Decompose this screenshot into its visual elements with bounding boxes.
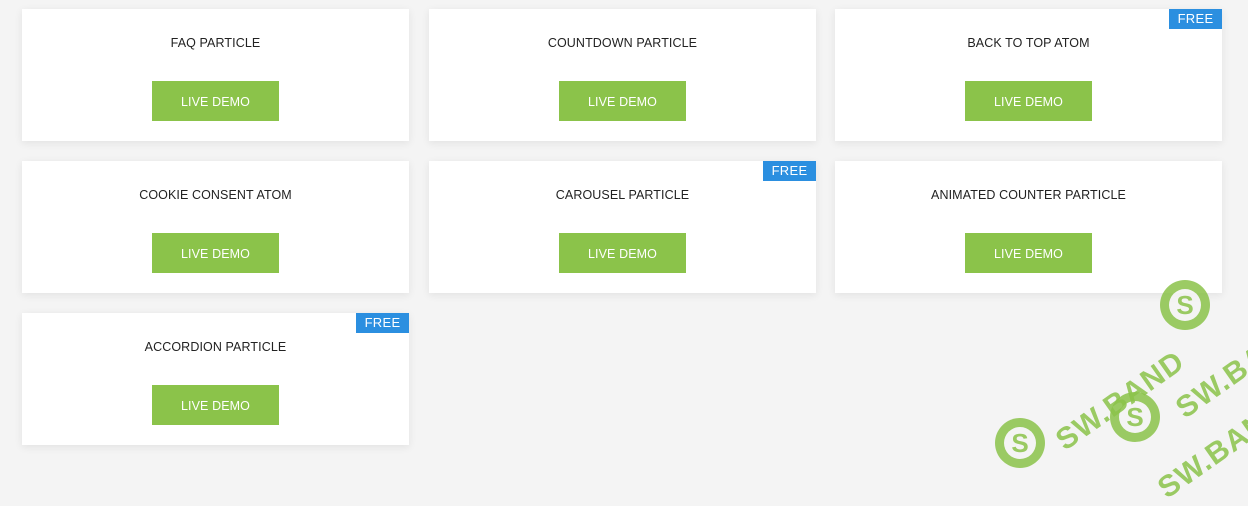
card-title: COUNTDOWN PARTICLE: [547, 36, 698, 50]
product-card-countdown-particle: COUNTDOWN PARTICLE LIVE DEMO: [429, 9, 816, 141]
live-demo-button[interactable]: LIVE DEMO: [152, 81, 279, 121]
card-title: COOKIE CONSENT ATOM: [139, 188, 292, 202]
live-demo-button[interactable]: LIVE DEMO: [965, 81, 1092, 121]
free-badge: FREE: [1169, 9, 1222, 29]
free-badge: FREE: [763, 161, 816, 181]
product-card-carousel-particle: FREE CAROUSEL PARTICLE LIVE DEMO: [429, 161, 816, 293]
live-demo-button[interactable]: LIVE DEMO: [152, 385, 279, 425]
live-demo-button[interactable]: LIVE DEMO: [559, 81, 686, 121]
live-demo-button[interactable]: LIVE DEMO: [965, 233, 1092, 273]
card-title: CAROUSEL PARTICLE: [555, 188, 690, 202]
live-demo-button[interactable]: LIVE DEMO: [152, 233, 279, 273]
watermark-logo-icon: S: [995, 418, 1045, 468]
product-card-back-to-top-atom: FREE BACK TO TOP ATOM LIVE DEMO: [835, 9, 1222, 141]
product-card-cookie-consent-atom: COOKIE CONSENT ATOM LIVE DEMO: [22, 161, 409, 293]
free-badge: FREE: [356, 313, 409, 333]
product-card-faq-particle: FAQ PARTICLE LIVE DEMO: [22, 9, 409, 141]
product-card-animated-counter-particle: ANIMATED COUNTER PARTICLE LIVE DEMO: [835, 161, 1222, 293]
watermark-text: SW.BAND: [1170, 312, 1248, 426]
watermark-logo-icon: S: [1110, 392, 1160, 442]
product-card-accordion-particle: FREE ACCORDION PARTICLE LIVE DEMO: [22, 313, 409, 445]
watermark-text: SW.BAND: [1050, 344, 1191, 458]
card-title: ACCORDION PARTICLE: [144, 340, 287, 354]
live-demo-button[interactable]: LIVE DEMO: [559, 233, 686, 273]
card-title: ANIMATED COUNTER PARTICLE: [931, 188, 1126, 202]
card-title: FAQ PARTICLE: [170, 36, 261, 50]
watermark-text: SW.BAND: [1152, 392, 1248, 506]
card-title: BACK TO TOP ATOM: [967, 36, 1090, 50]
